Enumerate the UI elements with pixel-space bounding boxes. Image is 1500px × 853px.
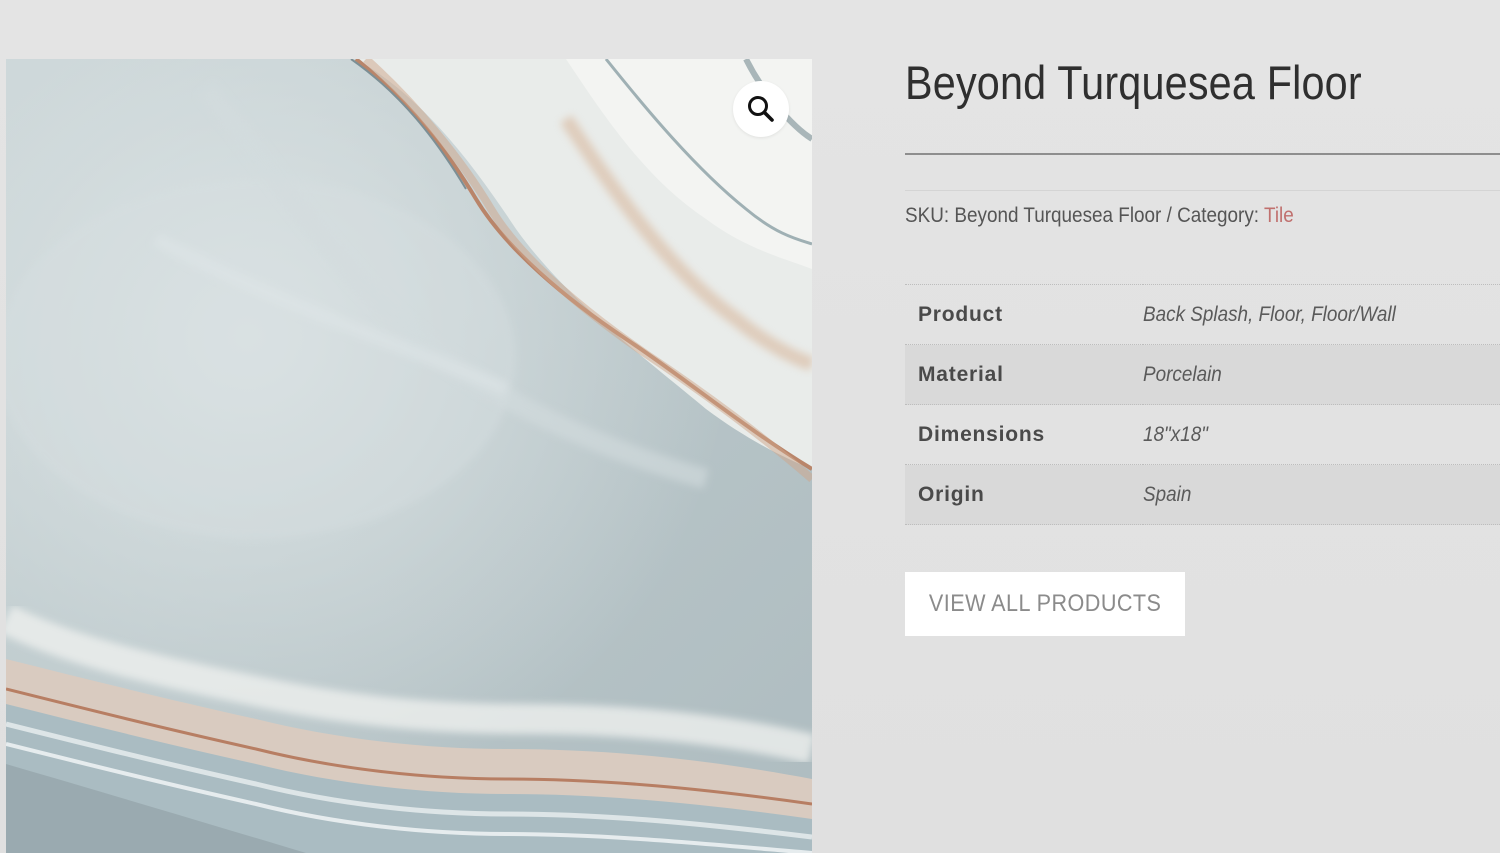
sku-prefix: SKU: — [905, 204, 955, 227]
meta-divider — [905, 190, 1500, 191]
category-prefix: / Category: — [1161, 204, 1264, 227]
attribute-value-text: Spain — [1143, 482, 1192, 506]
sku-value: Beyond Turquesea Floor — [954, 204, 1162, 227]
table-row: Dimensions 18"x18" — [905, 404, 1500, 465]
category-link[interactable]: Tile — [1264, 204, 1294, 227]
product-page: Beyond Turquesea Floor SKU: Beyond Turqu… — [0, 0, 1500, 853]
product-details: Beyond Turquesea Floor SKU: Beyond Turqu… — [905, 52, 1500, 636]
attributes-table: Product Back Splash, Floor, Floor/Wall M… — [905, 284, 1500, 525]
attribute-value-text: 18"x18" — [1143, 422, 1208, 446]
product-meta: SKU: Beyond Turquesea Floor / Category: … — [905, 204, 1294, 228]
table-row: Origin Spain — [905, 464, 1500, 525]
attribute-value: Porcelain — [1143, 344, 1500, 405]
attribute-value-text: Back Splash, Floor, Floor/Wall — [1143, 302, 1396, 326]
attribute-value: Back Splash, Floor, Floor/Wall — [1143, 284, 1500, 345]
product-title: Beyond Turquesea Floor — [905, 56, 1362, 109]
magnifier-icon — [748, 96, 774, 122]
view-all-products-label: VIEW ALL PRODUCTS — [928, 590, 1162, 617]
attribute-label: Material — [905, 344, 1143, 405]
title-divider — [905, 153, 1500, 155]
zoom-button[interactable] — [733, 81, 789, 137]
attribute-label: Product — [905, 284, 1143, 345]
attribute-label: Dimensions — [905, 404, 1143, 465]
attribute-value-text: Porcelain — [1143, 362, 1222, 386]
marble-tile-image — [6, 59, 812, 853]
product-image[interactable] — [6, 59, 812, 853]
attribute-value: 18"x18" — [1143, 404, 1500, 465]
attribute-label: Origin — [905, 464, 1143, 525]
table-row: Product Back Splash, Floor, Floor/Wall — [905, 284, 1500, 345]
attribute-value: Spain — [1143, 464, 1500, 525]
table-row: Material Porcelain — [905, 344, 1500, 405]
view-all-products-button[interactable]: VIEW ALL PRODUCTS — [905, 572, 1185, 636]
